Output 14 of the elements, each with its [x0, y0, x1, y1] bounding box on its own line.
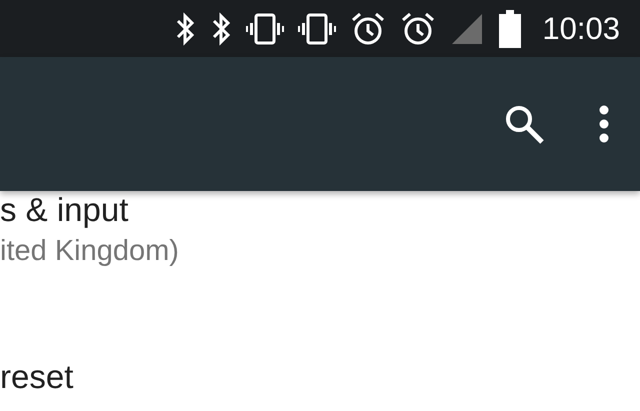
vibrate-icon	[298, 12, 336, 46]
bluetooth-icon	[174, 12, 196, 46]
alarm-icon	[400, 10, 436, 46]
more-icon	[598, 104, 610, 144]
signal-icon	[450, 12, 484, 46]
setting-title[interactable]: reset	[0, 359, 640, 396]
more-options-button[interactable]	[598, 104, 610, 144]
alarm-icon	[350, 10, 386, 46]
bluetooth-icon	[210, 12, 232, 46]
setting-title[interactable]: s & input	[0, 192, 640, 228]
setting-summary: ited Kingdom)	[0, 236, 180, 268]
vibrate-icon	[246, 12, 284, 46]
battery-icon	[498, 10, 522, 48]
clock-time: 10:03	[542, 13, 620, 44]
